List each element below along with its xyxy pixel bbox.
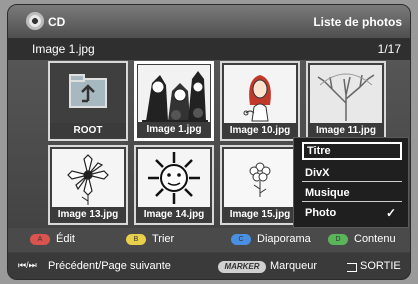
- footer-bar: ⏮/⏭ Précédent/Page suivante MARKER Marqu…: [8, 253, 410, 279]
- window-title: CD: [48, 14, 66, 29]
- tree-image-icon: [310, 65, 382, 123]
- halloween-image-icon: [138, 65, 210, 123]
- woman-image-icon: [224, 65, 296, 123]
- menu-item-label: Titre: [307, 145, 331, 157]
- content-type-menu: Titre DivX Musique Photo ✓: [293, 137, 409, 228]
- tile-caption: Image 11.jpg: [308, 123, 384, 138]
- tile-image-14[interactable]: Image 14.jpg: [134, 145, 214, 225]
- blue-c-button-icon: C: [231, 234, 251, 245]
- tile-image-1[interactable]: Image 1.jpg: [134, 61, 214, 141]
- flower-sketch-icon: [224, 149, 296, 207]
- sort-action[interactable]: Trier: [152, 233, 174, 245]
- folder-up-icon: [52, 65, 124, 123]
- yellow-b-button-icon: B: [126, 234, 146, 245]
- tile-caption: Image 10.jpg: [222, 123, 298, 138]
- page-counter: 1/17: [377, 42, 401, 56]
- menu-item-musique[interactable]: Musique: [302, 184, 402, 202]
- tile-caption: Image 1.jpg: [137, 122, 211, 137]
- tile-caption: Image 14.jpg: [136, 207, 212, 222]
- checkmark-icon: ✓: [385, 206, 396, 220]
- current-item-name: Image 1.jpg: [32, 42, 95, 56]
- menu-item-label: Photo: [305, 207, 337, 219]
- tile-caption: ROOT: [50, 123, 126, 138]
- tile-image-10[interactable]: Image 10.jpg: [220, 61, 300, 141]
- menu-item-divx[interactable]: DivX: [302, 164, 402, 182]
- content-action[interactable]: Contenu: [354, 233, 396, 245]
- edit-action[interactable]: Édit: [56, 233, 75, 245]
- tile-image-15[interactable]: Image 15.jpg: [220, 145, 300, 225]
- tile-image-11[interactable]: Image 11.jpg: [306, 61, 386, 141]
- color-button-bar: A Édit B Trier C Diaporama D Contenu: [8, 228, 410, 252]
- exit-icon: [347, 263, 357, 272]
- sun-image-icon: [138, 149, 210, 207]
- marker-label[interactable]: Marqueur: [270, 260, 317, 272]
- photo-list-window: CD Liste de photos Image 1.jpg 1/17 ROOT: [7, 4, 411, 280]
- tile-root[interactable]: ROOT: [48, 61, 128, 141]
- red-a-button-icon: A: [30, 234, 50, 245]
- section-title: Liste de photos: [313, 14, 402, 29]
- tile-caption: Image 15.jpg: [222, 207, 298, 222]
- slideshow-action[interactable]: Diaporama: [257, 233, 311, 245]
- info-bar: Image 1.jpg 1/17: [8, 38, 410, 60]
- menu-item-photo[interactable]: Photo ✓: [302, 204, 402, 222]
- tile-image-13[interactable]: Image 13.jpg: [48, 145, 128, 225]
- flower-image-icon: [52, 149, 124, 207]
- tile-caption: Image 13.jpg: [50, 207, 126, 222]
- exit-label[interactable]: SORTIE: [360, 260, 401, 272]
- skip-prev-next-icon: ⏮/⏭: [18, 260, 37, 270]
- menu-item-titre[interactable]: Titre: [302, 142, 402, 160]
- disc-icon: [26, 12, 44, 30]
- title-bar: CD Liste de photos: [8, 5, 410, 38]
- green-d-button-icon: D: [328, 234, 348, 245]
- menu-item-label: Musique: [305, 187, 350, 199]
- page-nav-label[interactable]: Précédent/Page suivante: [48, 260, 171, 272]
- marker-button-icon: MARKER: [218, 261, 266, 273]
- menu-item-label: DivX: [305, 167, 330, 179]
